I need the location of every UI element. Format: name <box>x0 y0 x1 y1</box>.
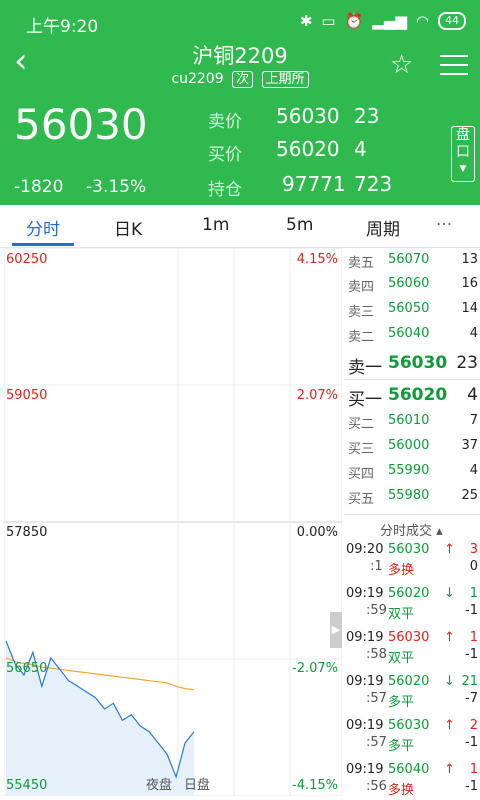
pct-label-top: 4.15% <box>296 252 338 267</box>
buy-price: 56020 <box>276 137 340 161</box>
sell-volume: 23 <box>354 104 380 128</box>
vibrate-icon: ▭ <box>321 12 336 30</box>
tab-daily[interactable]: 日K <box>114 215 142 240</box>
bid-row[interactable]: 买二 56010 7 <box>344 413 480 437</box>
session-day: 日盘 <box>184 778 211 793</box>
battery-icon: 44 <box>438 12 466 30</box>
tab-period[interactable]: 周期 <box>366 215 400 240</box>
tab-intraday[interactable]: 分时 <box>26 215 60 240</box>
sell-price: 56030 <box>276 104 340 128</box>
alarm-icon: ⏰ <box>344 12 364 30</box>
bid-row-best[interactable]: 买一 56020 4 <box>344 385 480 410</box>
bluetooth-icon: ✱ <box>299 12 313 30</box>
tab-1m[interactable]: 1m <box>202 215 229 235</box>
last-price: 56030 <box>14 100 148 149</box>
pct-label-bottom: -4.15% <box>292 778 338 793</box>
intraday-chart[interactable]: 60250 59050 57850 56650 55450 4.15% 2.07… <box>3 247 343 797</box>
y-label-mid: 57850 <box>6 525 48 540</box>
menu-icon[interactable] <box>440 48 468 82</box>
signal-icon: ▂▄▆ <box>372 12 407 30</box>
ask-row[interactable]: 卖二 56040 4 <box>344 326 480 350</box>
tab-5m[interactable]: 5m <box>286 215 313 235</box>
price-change-pct: -3.15% <box>86 177 147 197</box>
ask-row[interactable]: 卖四 56060 16 <box>344 276 480 300</box>
ask-row-best[interactable]: 卖一 56030 23 <box>344 353 480 378</box>
buy-volume: 4 <box>354 137 367 161</box>
period-tabs: 分时 日K 1m 5m 周期 ··· <box>0 205 480 248</box>
expand-handle[interactable]: ▶ <box>330 612 342 648</box>
pankou-toggle[interactable]: 盘口 ▼ <box>451 126 475 182</box>
contract-code: cu2209 <box>171 71 224 87</box>
pct-label-2: 2.07% <box>296 388 338 403</box>
ask-row[interactable]: 卖五 56070 13 <box>344 252 480 276</box>
active-tab-indicator <box>12 243 74 246</box>
open-interest: 97771 <box>282 172 346 196</box>
y-label-bottom: 55450 <box>6 778 48 793</box>
y-label-4: 56650 <box>6 661 48 676</box>
tag-next: 次 <box>232 71 254 88</box>
pct-label-4: -2.07% <box>292 661 338 676</box>
status-bar: 上午9:20 ✱ ▭ ⏰ ▂▄▆ ◠ 44 <box>0 0 480 44</box>
pct-label-mid: 0.00% <box>296 525 338 540</box>
tag-exchange: 上期所 <box>261 71 309 88</box>
y-label-2: 59050 <box>6 388 48 403</box>
more-icon[interactable]: ··· <box>436 215 452 235</box>
quote-header: 上午9:20 ✱ ▭ ⏰ ▂▄▆ ◠ 44 ‹ 沪铜2209 cu2209 次 … <box>0 0 480 205</box>
star-icon[interactable]: ☆ <box>390 50 413 80</box>
wifi-icon: ◠ <box>415 12 429 30</box>
bid-row[interactable]: 买四 55990 4 <box>344 463 480 487</box>
bid-row[interactable]: 买三 56000 37 <box>344 438 480 462</box>
bid-row[interactable]: 买五 55980 25 <box>344 488 480 512</box>
price-change: -1820 <box>14 177 64 197</box>
y-label-top: 60250 <box>6 252 48 267</box>
open-interest-change: 723 <box>354 172 393 196</box>
chart-canvas <box>3 247 343 797</box>
status-time: 上午9:20 <box>26 17 99 37</box>
trades-header[interactable]: 分时成交 ▴ <box>380 520 443 539</box>
ask-row[interactable]: 卖三 56050 14 <box>344 301 480 325</box>
session-night: 夜盘 <box>146 778 173 793</box>
